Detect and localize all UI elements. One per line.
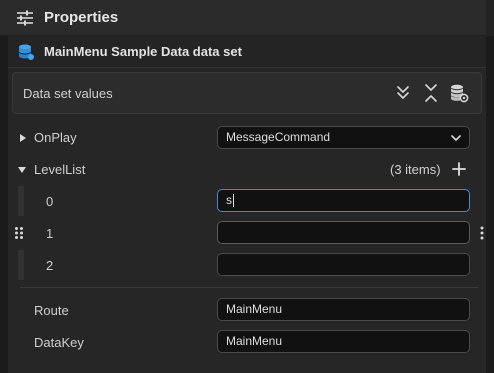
onplay-expand-arrow[interactable] <box>20 134 26 142</box>
collapse-all-icon[interactable] <box>421 83 441 103</box>
properties-titlebar: Properties <box>0 0 494 36</box>
section-divider <box>20 287 478 288</box>
levellist-count: (3 items) <box>390 162 441 177</box>
onplay-selected-value: MessageCommand <box>226 130 331 144</box>
list-item-index: 2 <box>46 258 54 273</box>
list-item-handle[interactable] <box>18 250 24 280</box>
chevron-down-icon <box>451 135 461 142</box>
database-icon <box>19 44 34 60</box>
datakey-label: DataKey <box>34 335 84 350</box>
datakey-input[interactable]: MainMenu <box>217 330 470 353</box>
levellist-collapse-arrow[interactable] <box>18 167 26 173</box>
list-item-input[interactable]: s <box>217 189 470 212</box>
expand-all-icon[interactable] <box>393 83 413 103</box>
list-item-value: s <box>226 193 232 207</box>
list-item-input[interactable] <box>217 253 470 276</box>
panel-title: Properties <box>44 9 119 26</box>
dataset-header: MainMenu Sample Data data set <box>8 36 486 68</box>
onplay-dropdown[interactable]: MessageCommand <box>217 126 470 149</box>
drag-handle-icon[interactable] <box>14 226 24 240</box>
levellist-label: LevelList <box>34 162 86 177</box>
more-options-icon[interactable] <box>479 226 485 240</box>
route-input[interactable]: MainMenu <box>217 298 470 321</box>
list-item-input[interactable] <box>217 221 470 244</box>
add-item-icon[interactable] <box>452 162 466 176</box>
database-settings-icon[interactable] <box>449 83 469 103</box>
titlebar-edge <box>486 0 494 36</box>
list-item-index: 0 <box>46 194 54 209</box>
onplay-label: OnPlay <box>34 130 77 145</box>
text-caret <box>233 194 234 208</box>
list-item-index: 1 <box>46 226 54 241</box>
datakey-value: MainMenu <box>226 334 283 348</box>
sliders-icon <box>17 10 33 26</box>
dataset-values-label: Data set values <box>23 86 113 101</box>
route-label: Route <box>34 303 69 318</box>
list-item-handle[interactable] <box>18 186 24 216</box>
route-value: MainMenu <box>226 302 283 316</box>
dataset-values-header: Data set values <box>12 72 482 114</box>
dataset-title: MainMenu Sample Data data set <box>44 44 242 59</box>
